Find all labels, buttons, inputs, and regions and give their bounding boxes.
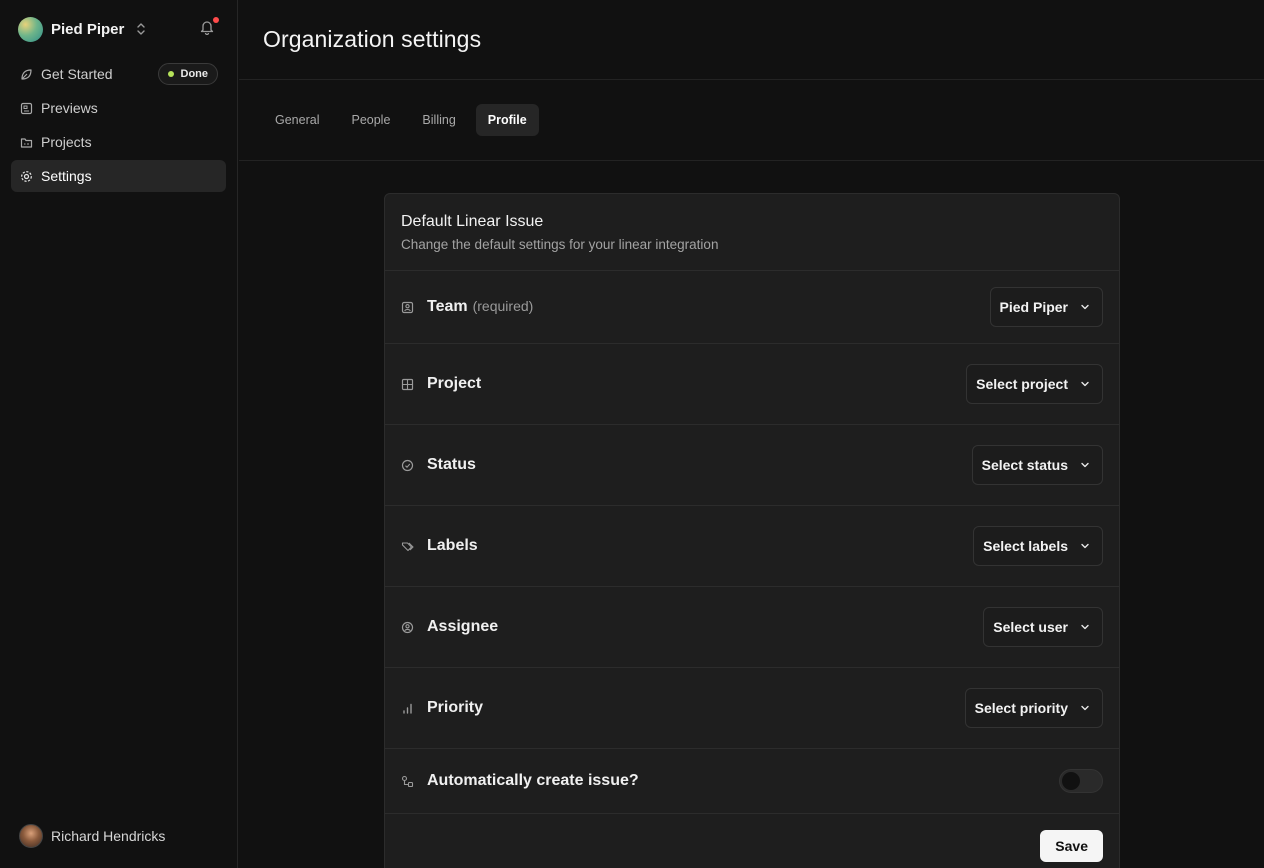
field-row-labels: Labels Select labels: [385, 506, 1119, 587]
card-subtitle: Change the default settings for your lin…: [401, 237, 719, 252]
save-button[interactable]: Save: [1040, 830, 1103, 862]
chevron-up-down-icon: [136, 22, 148, 36]
select-value: Select priority: [974, 700, 1068, 716]
org-switcher[interactable]: Pied Piper: [18, 16, 228, 42]
page-title: Organization settings: [263, 26, 482, 52]
status-badge-label: Done: [180, 68, 209, 80]
field-label: Assignee: [427, 618, 499, 635]
project-select[interactable]: Select project: [966, 364, 1103, 404]
status-badge: Done: [157, 63, 218, 85]
priority-select[interactable]: Select priority: [964, 688, 1103, 728]
chevron-down-icon: [1080, 703, 1090, 713]
sidebar-item-projects[interactable]: Projects: [11, 126, 226, 158]
status-select[interactable]: Select status: [971, 445, 1103, 485]
team-select[interactable]: Pied Piper: [989, 287, 1103, 327]
card-title: Default Linear Issue: [401, 213, 544, 230]
select-value: Pied Piper: [999, 299, 1068, 315]
field-row-team: Team (required) Pied Piper: [385, 271, 1119, 344]
card-header: Default Linear Issue Change the default …: [385, 194, 1119, 271]
field-label: Project: [427, 375, 482, 392]
sidebar-item-get-started[interactable]: Get Started Done: [11, 58, 226, 90]
field-row-project: Project Select project: [385, 344, 1119, 425]
main-content: Organization settings General People Bil…: [239, 0, 1264, 868]
sidebar-item-settings[interactable]: Settings: [11, 160, 226, 192]
card-footer: Save: [385, 814, 1119, 868]
user-name: Richard Hendricks: [51, 828, 166, 844]
org-name: Pied Piper: [51, 20, 125, 38]
sidebar-item-label: Settings: [41, 168, 92, 184]
field-row-status: Status Select status: [385, 425, 1119, 506]
sidebar-item-label: Projects: [41, 134, 92, 150]
settings-tabs: General People Billing Profile: [239, 80, 1264, 161]
chevron-down-icon: [1080, 622, 1090, 632]
chevron-down-icon: [1080, 541, 1090, 551]
gear-icon: [20, 170, 33, 183]
sidebar-nav: Get Started Done Previews Projects Setti…: [11, 58, 226, 194]
status-icon: [401, 459, 414, 472]
priority-bars-icon: [401, 702, 414, 715]
sidebar: Pied Piper Get Started Done Previews Pro…: [0, 0, 238, 868]
field-label-text: Team: [427, 298, 468, 315]
toggle-knob: [1062, 772, 1080, 790]
select-value: Select status: [981, 457, 1068, 473]
link-icon: [401, 775, 414, 788]
assignee-select[interactable]: Select user: [983, 607, 1103, 647]
tab-general[interactable]: General: [263, 104, 331, 136]
user-circle-icon: [401, 621, 414, 634]
auto-create-toggle[interactable]: [1059, 769, 1103, 793]
sidebar-item-label: Get Started: [41, 66, 113, 82]
field-row-auto-create: Automatically create issue?: [385, 749, 1119, 814]
select-value: Select labels: [983, 538, 1068, 554]
leaf-icon: [20, 68, 33, 81]
org-logo: [18, 16, 43, 42]
grid-icon: [401, 378, 414, 391]
status-dot: [167, 71, 174, 77]
sidebar-item-label: Previews: [41, 100, 98, 116]
field-row-assignee: Assignee Select user: [385, 587, 1119, 668]
select-value: Select project: [976, 376, 1068, 392]
linear-issue-card: Default Linear Issue Change the default …: [384, 193, 1120, 868]
notification-dot: [213, 17, 219, 23]
field-hint: (required): [472, 298, 534, 314]
chevron-down-icon: [1080, 460, 1090, 470]
tab-people[interactable]: People: [339, 104, 402, 136]
tag-icon: [401, 540, 414, 553]
select-value: Select user: [993, 619, 1068, 635]
folder-icon: [20, 136, 33, 149]
chevron-down-icon: [1080, 379, 1090, 389]
avatar: [19, 824, 43, 848]
field-label: Labels: [427, 537, 478, 554]
field-label: Status: [427, 456, 476, 473]
labels-select[interactable]: Select labels: [973, 526, 1103, 566]
page-header: Organization settings: [239, 0, 1264, 80]
bell-icon[interactable]: [200, 17, 219, 37]
chevron-down-icon: [1080, 302, 1090, 312]
user-menu[interactable]: Richard Hendricks: [19, 824, 165, 848]
sidebar-item-previews[interactable]: Previews: [11, 92, 226, 124]
tab-billing[interactable]: Billing: [410, 104, 467, 136]
field-row-priority: Priority Select priority: [385, 668, 1119, 749]
tab-profile[interactable]: Profile: [475, 104, 539, 136]
team-icon: [401, 301, 414, 314]
field-label: Priority: [427, 699, 484, 716]
previews-icon: [20, 102, 33, 115]
field-label: Automatically create issue?: [427, 772, 639, 789]
field-label: Team (required): [427, 298, 533, 316]
